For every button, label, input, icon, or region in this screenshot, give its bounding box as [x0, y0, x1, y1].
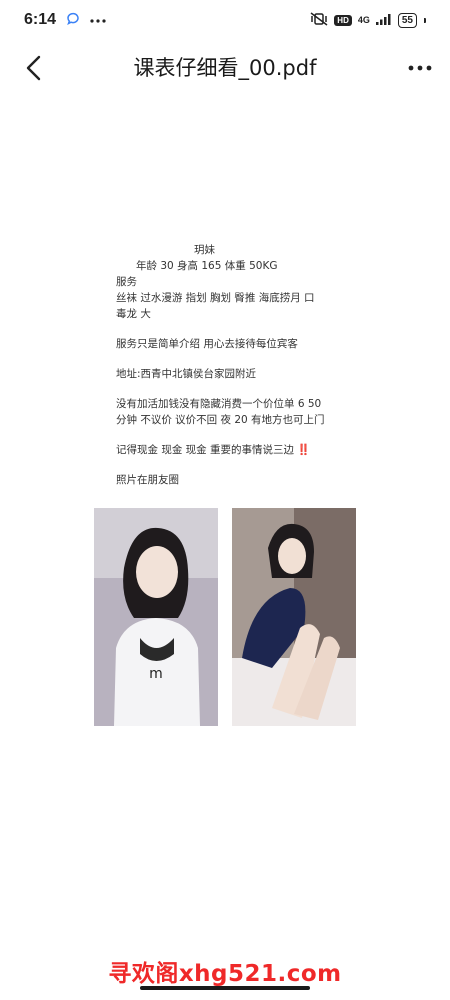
status-bar: 6:14 HD 4G 55	[0, 0, 450, 40]
battery-level: 55	[401, 14, 413, 26]
doc-line-cash-text: 记得现金 现金 现金 重要的事情说三边	[116, 444, 295, 456]
doc-line-photos-note: 照片在朋友圈	[116, 474, 179, 486]
clock: 6:14	[24, 11, 57, 28]
app-bar: 课表仔细看_00.pdf	[0, 40, 450, 96]
more-vertical-dots-icon	[408, 65, 432, 71]
chevron-left-icon	[26, 55, 41, 81]
photo-right	[232, 508, 356, 726]
person-photo-icon: m	[94, 508, 218, 726]
network-label: 4G	[357, 14, 370, 25]
home-indicator[interactable]	[140, 986, 310, 990]
doc-line-price: 没有加活加钱没有隐藏消费一个价位单 6 50	[116, 398, 322, 410]
doc-line-service-list: 丝袜 过水漫游 指划 胸划 臀推 海底捞月 口	[116, 292, 315, 304]
doc-line-service-list-cont: 毒龙 大	[116, 308, 151, 320]
doc-line-name: 玥妹	[194, 244, 215, 256]
back-button[interactable]	[16, 50, 52, 86]
double-exclamation-icon: ‼️	[297, 444, 311, 456]
status-left: 6:14	[24, 11, 106, 30]
signal-icon	[375, 13, 392, 28]
status-right: HD 4G 55	[310, 11, 426, 29]
chat-bubble-icon	[66, 11, 80, 30]
hd-badge: HD	[334, 14, 352, 26]
more-notifications-icon	[90, 11, 106, 29]
document-title: 课表仔细看_00.pdf	[133, 56, 317, 80]
photo-left: m	[94, 508, 218, 726]
more-options-button[interactable]	[402, 50, 438, 86]
doc-line-cash-note: 记得现金 现金 现金 重要的事情说三边 ‼️	[116, 442, 366, 458]
watermark: 寻欢阁xhg521.com	[108, 961, 342, 987]
person-photo-icon	[232, 508, 356, 726]
svg-text:m: m	[149, 666, 163, 682]
battery-tip	[424, 17, 426, 23]
mute-vibrate-icon	[310, 11, 328, 29]
pdf-text-block: 玥妹 年龄 30 身高 165 体重 50KG 服务 丝袜 过水漫游 指划 胸划…	[116, 242, 366, 488]
screen: 6:14 HD 4G 55 课表仔细看_00.pdf 玥妹 年龄 30 身高 1…	[0, 0, 450, 1000]
doc-line-address: 地址:西青中北镇侯台家园附近	[116, 368, 257, 380]
pdf-page[interactable]: 玥妹 年龄 30 身高 165 体重 50KG 服务 丝袜 过水漫游 指划 胸划…	[0, 96, 450, 976]
battery-icon: 55	[397, 12, 417, 28]
doc-line-service-heading: 服务	[116, 276, 137, 288]
doc-line-price-cont: 分钟 不议价 议价不回 夜 20 有地方也可上门	[116, 414, 325, 426]
doc-line-stats: 年龄 30 身高 165 体重 50KG	[136, 260, 278, 272]
doc-line-service-note: 服务只是简单介绍 用心去接待每位宾客	[116, 338, 298, 350]
